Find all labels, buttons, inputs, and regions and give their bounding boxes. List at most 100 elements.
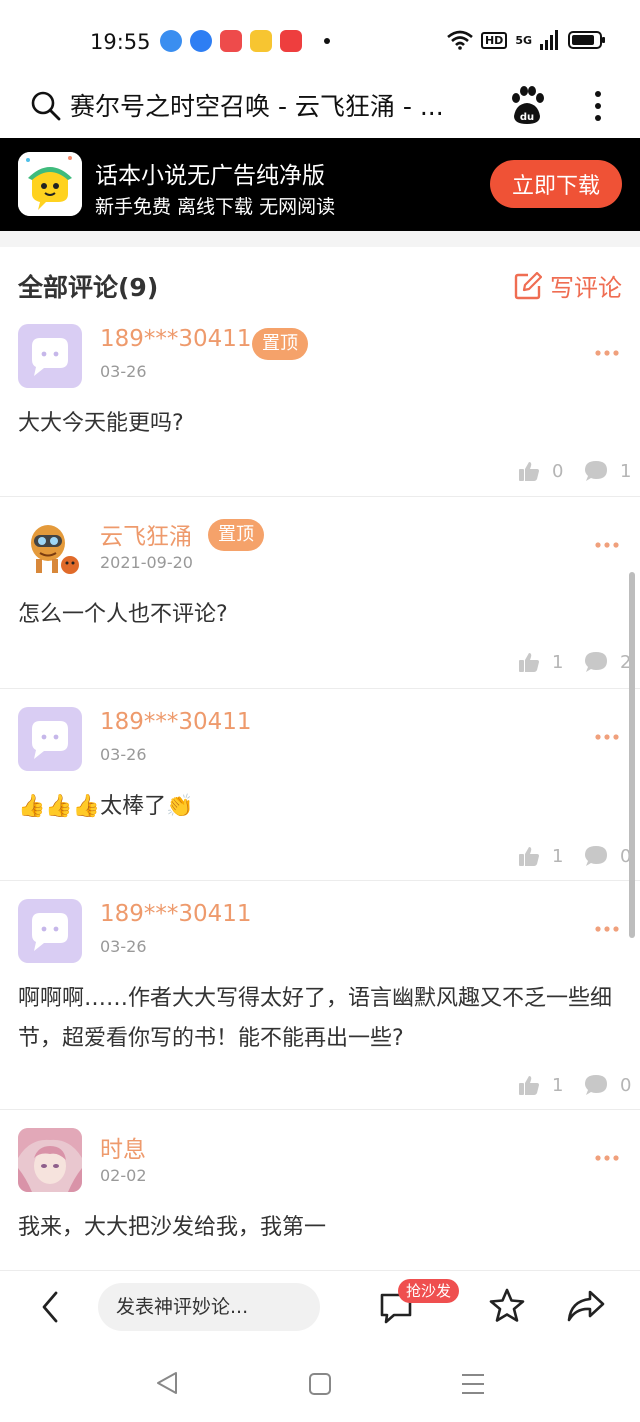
nav-back-icon[interactable] [154,1370,180,1396]
avatar[interactable] [18,707,82,771]
comment-item: 云飞狂涌 置顶 2021-09-20 怎么一个人也不评论? 1 2 [0,497,640,689]
username[interactable]: 时息 [100,1130,146,1164]
comment-date: 03-26 [100,745,147,764]
username[interactable]: 189***30411 [100,709,252,735]
reply-button[interactable]: 2 [584,651,631,673]
avatar[interactable] [18,1128,82,1192]
signal-icon [540,30,558,50]
section-divider [0,231,640,247]
favorite-star-icon[interactable] [488,1287,526,1325]
pinned-badge: 置顶 [252,328,308,360]
ad-title: 话本小说无广告纯净版 [95,163,325,189]
huaben-app-icon [18,152,82,216]
comment-content: 大大今天能更吗? [18,411,184,436]
comment-content: 👍👍👍太棒了👏 [18,794,194,819]
more-options-icon[interactable] [594,924,620,934]
network-type: 5G [515,33,532,47]
browser-app-icon [160,30,182,52]
scrollbar[interactable] [629,572,635,938]
hd-badge: HD [480,31,508,49]
reply-button[interactable]: 1 [584,460,631,482]
reply-button[interactable]: 0 [584,845,631,867]
reply-count: 0 [620,1074,632,1096]
write-comment-label: 写评论 [550,274,622,302]
edit-icon [514,271,542,299]
comment-date: 03-26 [100,362,147,381]
status-indicators: HD 5G [447,30,605,50]
video-app-icon [280,30,302,52]
status-time: 19:55 [90,30,151,54]
notification-dot-icon [324,38,330,44]
more-options-icon[interactable] [594,732,620,742]
system-navigation-bar [0,1342,640,1422]
like-button[interactable]: 1 [518,651,563,673]
baidu-app-icon [190,30,212,52]
comment-date: 2021-09-20 [100,553,193,572]
comment-date: 02-02 [100,1166,147,1185]
like-count: 0 [552,460,564,482]
like-count: 1 [552,1074,564,1096]
reply-bubble-icon [585,846,607,866]
comments-title: 全部评论(9) [18,273,159,302]
comment-input[interactable]: 发表神评妙论... [98,1283,320,1331]
thumbs-up-icon [519,653,539,672]
back-arrow-icon[interactable] [36,1289,66,1325]
robot-avatar-icon [18,513,82,577]
notes-app-icon [250,30,272,52]
share-arrow-icon[interactable] [566,1289,606,1323]
battery-icon [568,31,605,49]
thumbs-up-icon [519,462,539,481]
thumbs-up-icon [519,1076,539,1095]
more-vertical-icon[interactable] [586,88,610,124]
ad-subtitle: 新手免费 离线下载 无网阅读 [95,196,336,218]
like-button[interactable]: 0 [518,460,563,482]
comment-item: 时息 02-02 我来，大大把沙发给我，我第一 [0,1110,640,1270]
default-avatar-icon [32,913,68,951]
username[interactable]: 云飞狂涌 [100,517,192,551]
sofa-badge: 抢沙发 [398,1279,460,1303]
reply-bubble-icon [585,652,607,672]
like-count: 1 [552,651,564,673]
default-avatar-icon [32,338,68,376]
reply-bubble-icon [585,461,607,481]
comment-item: 189***30411 03-26 👍👍👍太棒了👏 1 0 [0,689,640,881]
search-icon[interactable] [30,90,62,122]
ad-banner[interactable]: 话本小说无广告纯净版 新手免费 离线下载 无网阅读 立即下载 [0,138,640,231]
more-options-icon[interactable] [594,1153,620,1163]
comment-item: 189***30411 03-26 啊啊啊……作者大大写得太好了，语言幽默风趣又… [0,881,640,1110]
pinned-badge: 置顶 [208,519,264,551]
wifi-icon [447,30,473,50]
comment-item: 189***30411 置顶 03-26 大大今天能更吗? 0 1 [0,310,640,497]
comment-content: 啊啊啊……作者大大写得太好了，语言幽默风趣又不乏一些细节，超爱看你写的书！能不能… [18,986,613,1051]
baidu-paw-icon[interactable]: du [508,86,546,126]
svg-text:du: du [520,112,534,123]
thumbs-up-icon [519,847,539,866]
status-app-icons [160,30,330,52]
reply-count: 1 [620,460,632,482]
default-avatar-icon [32,721,68,759]
avatar[interactable] [18,899,82,963]
write-comment-button[interactable]: 写评论 [514,268,622,303]
nav-home-icon[interactable] [308,1372,332,1396]
comment-content: 我来，大大把沙发给我，我第一 [18,1215,327,1240]
bottom-toolbar: 发表神评妙论... 抢沙发 [0,1270,640,1342]
username[interactable]: 189***30411 [100,326,252,352]
like-button[interactable]: 1 [518,1074,563,1096]
reply-button[interactable]: 0 [584,1074,631,1096]
download-button[interactable]: 立即下载 [490,160,622,208]
avatar[interactable] [18,324,82,388]
status-bar: 19:55 HD 5G [0,0,640,80]
nav-menu-icon[interactable] [460,1372,486,1396]
anime-avatar-icon [18,1128,82,1192]
music-app-icon [220,30,242,52]
page-title[interactable]: 赛尔号之时空召唤 - 云飞狂涌 - ... [70,90,480,124]
avatar[interactable] [18,513,82,577]
more-options-icon[interactable] [594,540,620,550]
comment-content: 怎么一个人也不评论? [18,602,228,627]
address-bar: 赛尔号之时空召唤 - 云飞狂涌 - ... du [0,80,640,138]
battery-level [572,35,595,45]
like-button[interactable]: 1 [518,845,563,867]
username[interactable]: 189***30411 [100,901,252,927]
more-options-icon[interactable] [594,348,620,358]
reply-bubble-icon [585,1075,607,1095]
